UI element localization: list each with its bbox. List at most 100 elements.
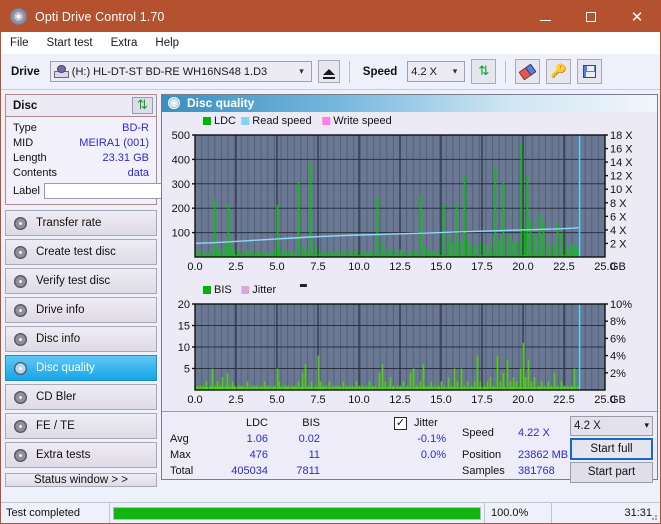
disc-quality-charts: 1002003004005002 X4 X6 X8 X10 X12 X14 X1…	[162, 112, 657, 411]
stats-avg-jitter: -0.1%	[384, 433, 446, 445]
status-bar: Test completed 100.0% 31:31	[1, 502, 660, 523]
disc-refresh-button[interactable]: ⇅	[132, 97, 153, 114]
menu-file[interactable]: File	[10, 35, 38, 51]
drive-icon	[54, 65, 69, 78]
test-speed-value: 4.2 X	[574, 420, 601, 432]
samples-stat-label: Samples	[462, 465, 505, 477]
svg-text:200: 200	[172, 203, 190, 215]
refresh-icon: ⇅	[137, 99, 148, 112]
sidebar-item-extra-tests[interactable]: Extra tests	[5, 442, 157, 468]
sidebar: Disc ⇅ Type BD-R MID MEIRA1 (001)	[5, 94, 157, 480]
svg-text:GB: GB	[610, 261, 626, 273]
test-speed-select[interactable]: 4.2 X ▾	[570, 416, 653, 436]
application-window: Opti Drive Control 1.70 ✕ File Start tes…	[0, 0, 661, 524]
jitter-label: Jitter	[414, 417, 438, 429]
status-divider-1	[109, 503, 110, 523]
disc-icon	[14, 449, 27, 462]
svg-text:2.5: 2.5	[228, 394, 243, 406]
stats-total-ldc: 405034	[220, 465, 268, 477]
sidebar-item-label: Drive info	[36, 304, 85, 316]
svg-text:10.0: 10.0	[348, 394, 369, 406]
svg-text:2 X: 2 X	[610, 238, 627, 250]
minimize-button[interactable]	[522, 1, 568, 32]
window-controls: ✕	[522, 1, 660, 32]
speed-stat-value: 4.22 X	[518, 427, 550, 439]
tools-button[interactable]: 🔑	[546, 59, 571, 84]
disc-row-label: Type	[13, 122, 37, 134]
sidebar-item-disc-info[interactable]: Disc info	[5, 326, 157, 352]
sidebar-item-label: Extra tests	[36, 449, 90, 461]
start-full-button[interactable]: Start full	[570, 438, 653, 460]
status-window-button[interactable]: Status window > >	[5, 473, 157, 487]
toolbar: Drive (H:) HL-DT-ST BD-RE WH16NS48 1.D3 …	[1, 54, 660, 90]
speed-select-value: 4.2 X	[411, 66, 437, 78]
disc-panel: Disc ⇅ Type BD-R MID MEIRA1 (001)	[5, 94, 157, 205]
svg-text:6%: 6%	[610, 333, 626, 345]
svg-text:7.5: 7.5	[310, 394, 325, 406]
jitter-checkbox[interactable]: ✓	[394, 417, 407, 430]
sidebar-item-fe-te[interactable]: FE / TE	[5, 413, 157, 439]
sidebar-item-create-test-disc[interactable]: Create test disc	[5, 239, 157, 265]
resize-grip-icon[interactable]	[649, 512, 658, 521]
maximize-button[interactable]	[568, 1, 614, 32]
svg-text:500: 500	[172, 130, 190, 142]
window-title: Opti Drive Control 1.70	[35, 10, 164, 24]
svg-text:7.5: 7.5	[310, 261, 325, 273]
sidebar-item-verify-test-disc[interactable]: Verify test disc	[5, 268, 157, 294]
svg-text:12.5: 12.5	[389, 394, 410, 406]
svg-text:22.5: 22.5	[553, 261, 574, 273]
stats-row-label-total: Total	[170, 465, 193, 477]
svg-text:15: 15	[178, 320, 190, 332]
svg-text:15.0: 15.0	[430, 394, 451, 406]
page-title: Disc quality	[187, 96, 254, 110]
disc-icon	[14, 246, 27, 259]
status-text: Test completed	[1, 507, 109, 519]
menu-extra[interactable]: Extra	[111, 35, 147, 51]
svg-text:17.5: 17.5	[471, 261, 492, 273]
title-bar: Opti Drive Control 1.70 ✕	[1, 1, 660, 32]
disc-row-value: data	[128, 167, 149, 179]
close-button[interactable]: ✕	[614, 1, 660, 32]
disc-icon	[14, 333, 27, 346]
floppy-save-icon	[583, 65, 596, 78]
disc-row-type: Type BD-R	[13, 120, 149, 135]
svg-text:8%: 8%	[610, 316, 626, 328]
sidebar-item-disc-quality[interactable]: Disc quality	[5, 355, 157, 381]
speed-select[interactable]: 4.2 X ▾	[407, 61, 465, 82]
disc-icon	[14, 217, 27, 230]
chevron-down-icon: ▾	[644, 420, 649, 431]
svg-text:BIS: BIS	[214, 284, 232, 296]
erase-button[interactable]	[515, 59, 540, 84]
stats-avg-bis: 0.02	[280, 433, 320, 445]
disc-icon	[168, 97, 180, 109]
sidebar-item-label: Verify test disc	[36, 275, 110, 287]
menu-start-test[interactable]: Start test	[47, 35, 102, 51]
sidebar-item-cd-bler[interactable]: CD Bler	[5, 384, 157, 410]
sidebar-item-drive-info[interactable]: Drive info	[5, 297, 157, 323]
svg-text:100: 100	[172, 227, 190, 239]
disc-row-value: BD-R	[122, 122, 149, 134]
save-button[interactable]	[577, 59, 602, 84]
drive-label: Drive	[11, 66, 40, 78]
stats-total-bis: 7811	[280, 465, 320, 477]
menu-help[interactable]: Help	[155, 35, 188, 51]
elapsed-time: 31:31	[552, 507, 660, 519]
sidebar-item-transfer-rate[interactable]: Transfer rate	[5, 210, 157, 236]
drive-select-value: (H:) HL-DT-ST BD-RE WH16NS48 1.D3	[72, 66, 267, 78]
refresh-button[interactable]: ⇅	[471, 59, 496, 84]
svg-text:0.0: 0.0	[187, 261, 202, 273]
eject-button[interactable]	[318, 60, 340, 83]
svg-text:10: 10	[178, 342, 190, 354]
disc-panel-header: Disc ⇅	[6, 95, 156, 117]
disc-icon	[14, 420, 27, 433]
main-panel: Disc quality 1002003004005002 X4 X6 X8 X…	[161, 94, 658, 480]
svg-text:Jitter: Jitter	[252, 284, 276, 296]
svg-text:18 X: 18 X	[610, 130, 633, 142]
sidebar-item-label: FE / TE	[36, 420, 75, 432]
drive-select[interactable]: (H:) HL-DT-ST BD-RE WH16NS48 1.D3 ▾	[50, 61, 312, 82]
stats-panel: LDC BIS ✓ Jitter Avg 1.06 0.02 -0.1% Max…	[162, 411, 657, 479]
svg-text:400: 400	[172, 154, 190, 166]
start-part-button[interactable]: Start part	[570, 462, 653, 483]
speed-stat-label: Speed	[462, 427, 494, 439]
svg-text:5.0: 5.0	[269, 261, 284, 273]
